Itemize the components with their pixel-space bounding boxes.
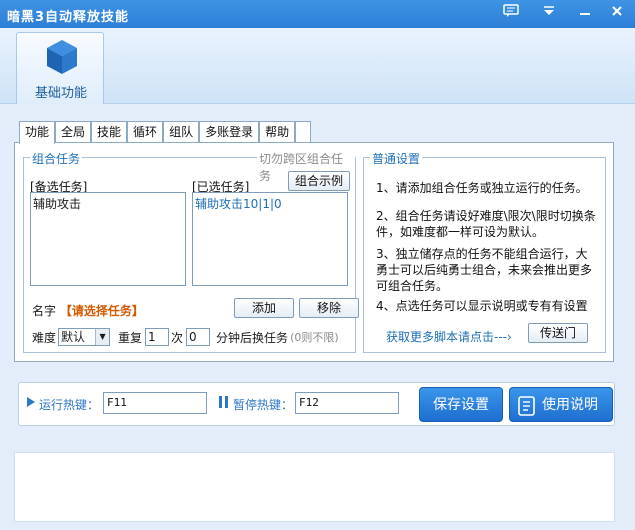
pause-hotkey-label: 暂停热键： [233, 398, 294, 412]
save-settings-button[interactable]: 保存设置 [419, 387, 503, 422]
normal-legend: 普通设置 [370, 150, 423, 167]
repeat-input[interactable]: 1 [145, 328, 170, 346]
times-label: 次 [171, 330, 184, 345]
info-text-2: 2、组合任务请设好难度\限次\限时切换条件，如难度都一样可设为默认。 [376, 209, 596, 239]
repeat-label: 重复 [118, 330, 143, 345]
task-name-value: 【请选择任务】 [59, 304, 144, 318]
info-text-1: 1、请添加组合任务或独立运行的任务。 [376, 181, 588, 195]
difficulty-select[interactable]: 默认 ▼ [58, 328, 111, 346]
available-task-list[interactable]: 辅助攻击 [30, 192, 186, 286]
ribbon-header: 基础功能 [0, 28, 635, 104]
difficulty-label: 难度 [32, 330, 57, 345]
tab-global[interactable]: 全局 [55, 121, 92, 143]
selected-task-list[interactable]: 辅助攻击10|1|0 [192, 192, 348, 286]
difficulty-value: 默认 [61, 330, 86, 344]
pause-icon [219, 396, 229, 411]
unlimited-note: (0则不限) [290, 331, 339, 344]
minimize-icon[interactable] [574, 4, 596, 24]
more-scripts-link[interactable]: 获取更多脚本请点击---› [386, 328, 512, 345]
tab-strip: 功能 全局 技能 循环 组队 多账登录 帮助 [19, 121, 312, 144]
add-button[interactable]: 添加 [234, 298, 294, 318]
task-name-row: 名字 【请选择任务】 [32, 302, 144, 319]
tab-loop[interactable]: 循环 [127, 121, 164, 143]
info-text-4: 4、点选任务可以显示说明或专有有设置 [376, 299, 588, 313]
list-item[interactable]: 辅助攻击 [33, 195, 183, 212]
list-item[interactable]: 辅助攻击10|1|0 [195, 195, 345, 212]
run-hotkey-input[interactable]: F11 [103, 392, 207, 414]
remove-button[interactable]: 移除 [299, 298, 359, 318]
minutes-input[interactable]: 0 [186, 328, 211, 346]
log-area [14, 452, 615, 522]
tab-empty[interactable] [295, 121, 312, 143]
hotkey-bar: 运行热键： F11 暂停热键： F12 保存设置 使用说明 [18, 382, 615, 426]
ribbon-tab-basic[interactable]: 基础功能 [16, 32, 104, 104]
tab-skills[interactable]: 技能 [91, 121, 128, 143]
ribbon-tab-label: 基础功能 [34, 86, 87, 101]
info-text-3: 3、独立储存点的任务不能组合运行，大勇士可以后纯勇士组合，未来会推出更多可组合任… [376, 247, 593, 293]
tab-multi-login[interactable]: 多账登录 [199, 121, 260, 143]
normal-settings-group: 普通设置 1、请添加组合任务或独立运行的任务。 2、组合任务请设好难度\限次\限… [363, 150, 606, 353]
close-icon[interactable] [606, 4, 628, 24]
title-bar: 暗黑3自动释放技能 [0, 0, 635, 28]
minutes-label: 分钟后换任务 [216, 330, 289, 345]
usage-guide-label: 使用说明 [542, 397, 598, 413]
pause-hotkey-input[interactable]: F12 [295, 392, 399, 414]
combo-example-button[interactable]: 组合示例 [288, 171, 350, 191]
dropdown-menu-icon[interactable] [538, 4, 560, 24]
difficulty-row: 难度 默认 ▼ 重复 1 次 0 分钟后换任务 (0则不限) [32, 328, 339, 346]
tab-function[interactable]: 功能 [19, 121, 56, 144]
book-icon [518, 395, 536, 430]
combo-legend: 组合任务 [30, 150, 83, 167]
function-panel: 组合任务 切勿跨区组合任务 [备选任务] [已选任务] 组合示例 辅助攻击 辅助… [14, 142, 614, 362]
play-icon [27, 396, 35, 410]
chevron-down-icon[interactable]: ▼ [95, 329, 110, 345]
tab-help[interactable]: 帮助 [259, 121, 296, 143]
message-icon[interactable] [500, 4, 522, 24]
window-title: 暗黑3自动释放技能 [7, 10, 130, 25]
tab-team[interactable]: 组队 [163, 121, 200, 143]
usage-guide-button[interactable]: 使用说明 [509, 387, 613, 422]
combo-task-group: 组合任务 切勿跨区组合任务 [备选任务] [已选任务] 组合示例 辅助攻击 辅助… [23, 150, 359, 353]
cube-icon [45, 38, 79, 79]
run-hotkey-label: 运行热键： [39, 398, 100, 412]
name-label: 名字 [32, 304, 57, 318]
portal-button[interactable]: 传送门 [528, 323, 588, 343]
